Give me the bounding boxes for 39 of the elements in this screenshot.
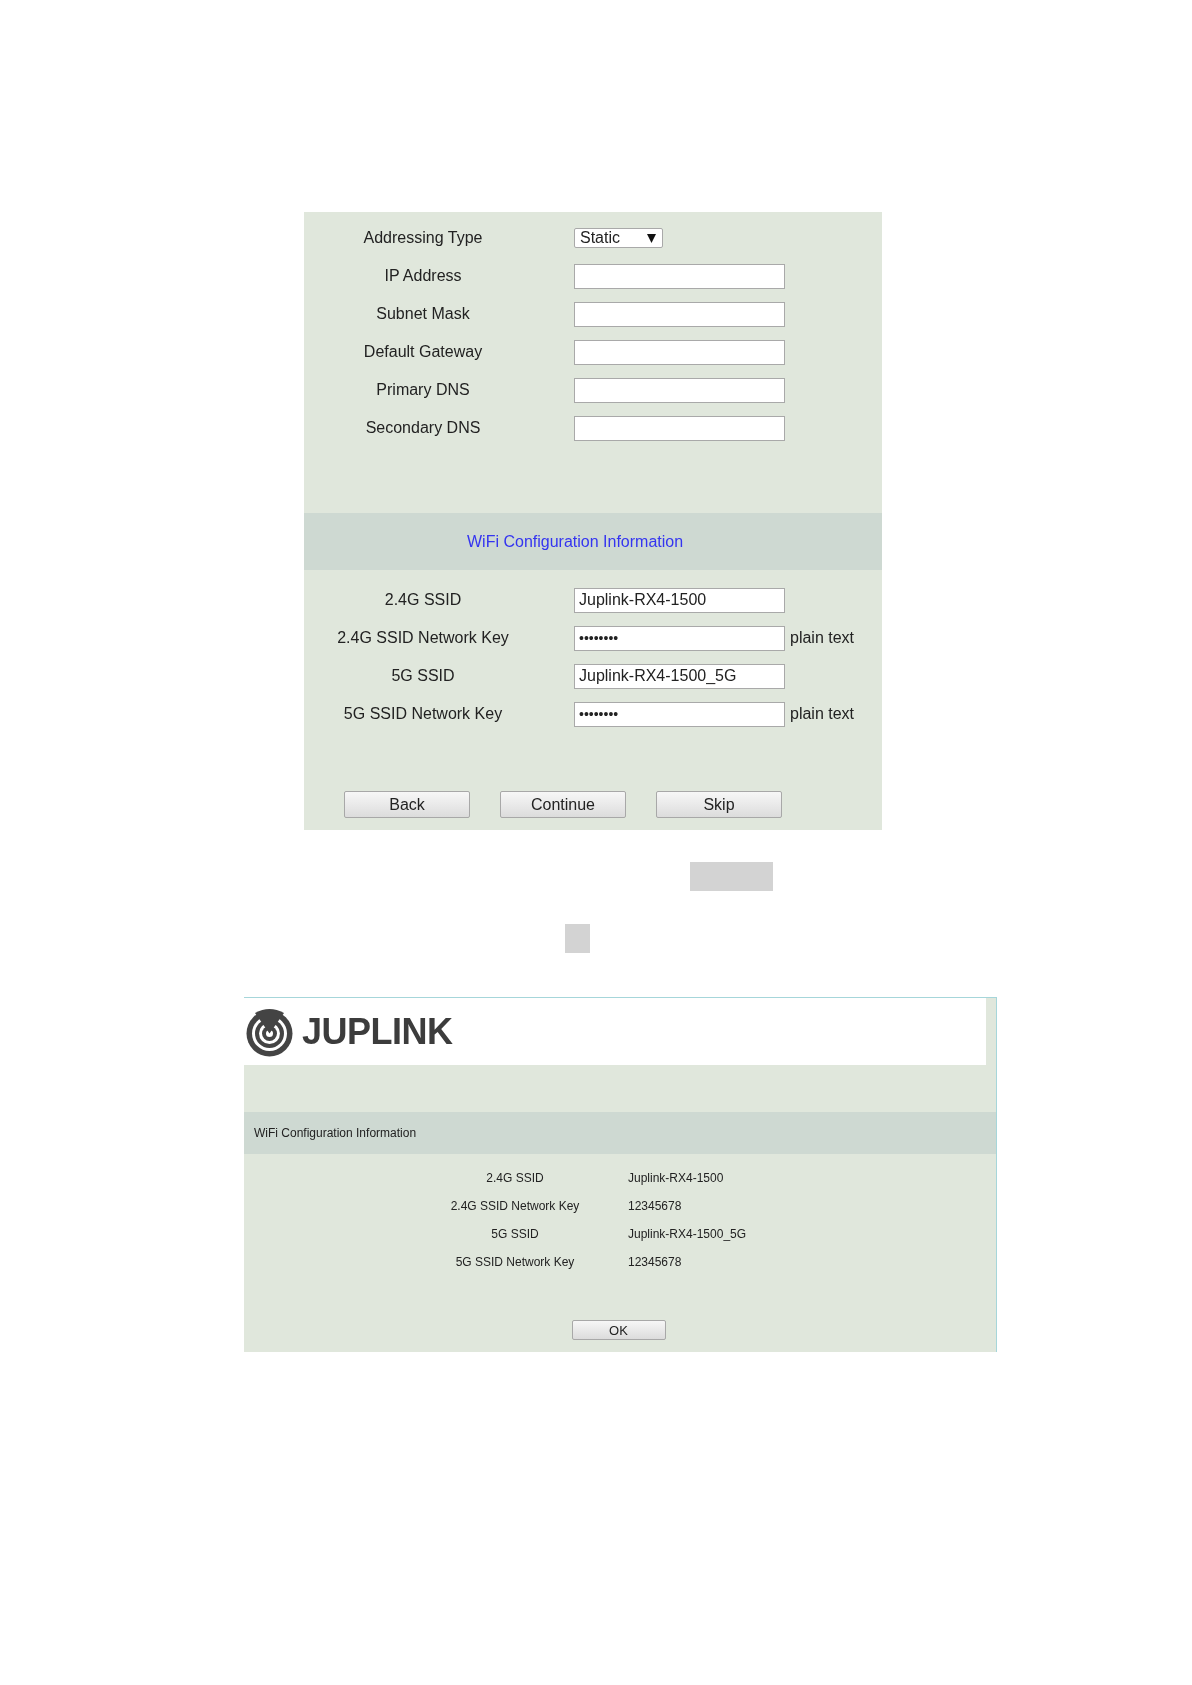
section-title: WiFi Configuration Information bbox=[254, 1126, 417, 1140]
redacted-block bbox=[565, 924, 590, 953]
text-field[interactable] bbox=[574, 301, 785, 327]
password-field[interactable]: •••••••• bbox=[574, 625, 785, 651]
summary-label: 2.4G SSID Network Key bbox=[450, 1199, 580, 1213]
summary-label: 2.4G SSID bbox=[486, 1171, 544, 1185]
text-field[interactable] bbox=[574, 415, 785, 441]
form-button[interactable]: Back bbox=[344, 791, 470, 818]
field-label: Subnet Mask bbox=[376, 305, 470, 323]
text-field[interactable]: Juplink-RX4-1500 bbox=[574, 587, 785, 613]
plain-text-label: plain text bbox=[790, 629, 855, 647]
summary-value: 12345678 bbox=[628, 1255, 682, 1269]
summary-label: 5G SSID Network Key bbox=[455, 1255, 575, 1269]
text-field[interactable] bbox=[574, 263, 785, 289]
summary-label: 5G SSID bbox=[491, 1227, 539, 1241]
field-label: IP Address bbox=[384, 267, 462, 285]
dropdown-select[interactable]: Static bbox=[574, 228, 663, 248]
form-button[interactable]: Continue bbox=[500, 791, 626, 818]
field-label: 5G SSID Network Key bbox=[343, 705, 503, 723]
summary-value: 12345678 bbox=[628, 1199, 682, 1213]
field-label: 2.4G SSID Network Key bbox=[337, 629, 509, 647]
text-field[interactable] bbox=[574, 339, 785, 365]
field-label: Secondary DNS bbox=[365, 419, 481, 437]
brand-name: JUPLINK bbox=[302, 1010, 453, 1053]
form-button[interactable]: Skip bbox=[656, 791, 782, 818]
section-title: WiFi Configuration Information bbox=[467, 532, 684, 551]
field-label: Primary DNS bbox=[376, 381, 470, 399]
text-field[interactable]: Juplink-RX4-1500_5G bbox=[574, 663, 785, 689]
plain-text-label: plain text bbox=[790, 705, 855, 723]
field-label: 5G SSID bbox=[391, 667, 455, 685]
field-label: Default Gateway bbox=[363, 343, 483, 361]
summary-value: Juplink-RX4-1500_5G bbox=[628, 1227, 747, 1241]
ok-button[interactable]: OK bbox=[571, 1320, 666, 1340]
password-field[interactable]: •••••••• bbox=[574, 701, 785, 727]
caret-icon bbox=[647, 233, 656, 243]
text-field[interactable] bbox=[574, 377, 785, 403]
summary-value: Juplink-RX4-1500 bbox=[628, 1171, 724, 1185]
field-label: 2.4G SSID bbox=[384, 591, 462, 609]
field-label: Addressing Type bbox=[363, 229, 483, 247]
